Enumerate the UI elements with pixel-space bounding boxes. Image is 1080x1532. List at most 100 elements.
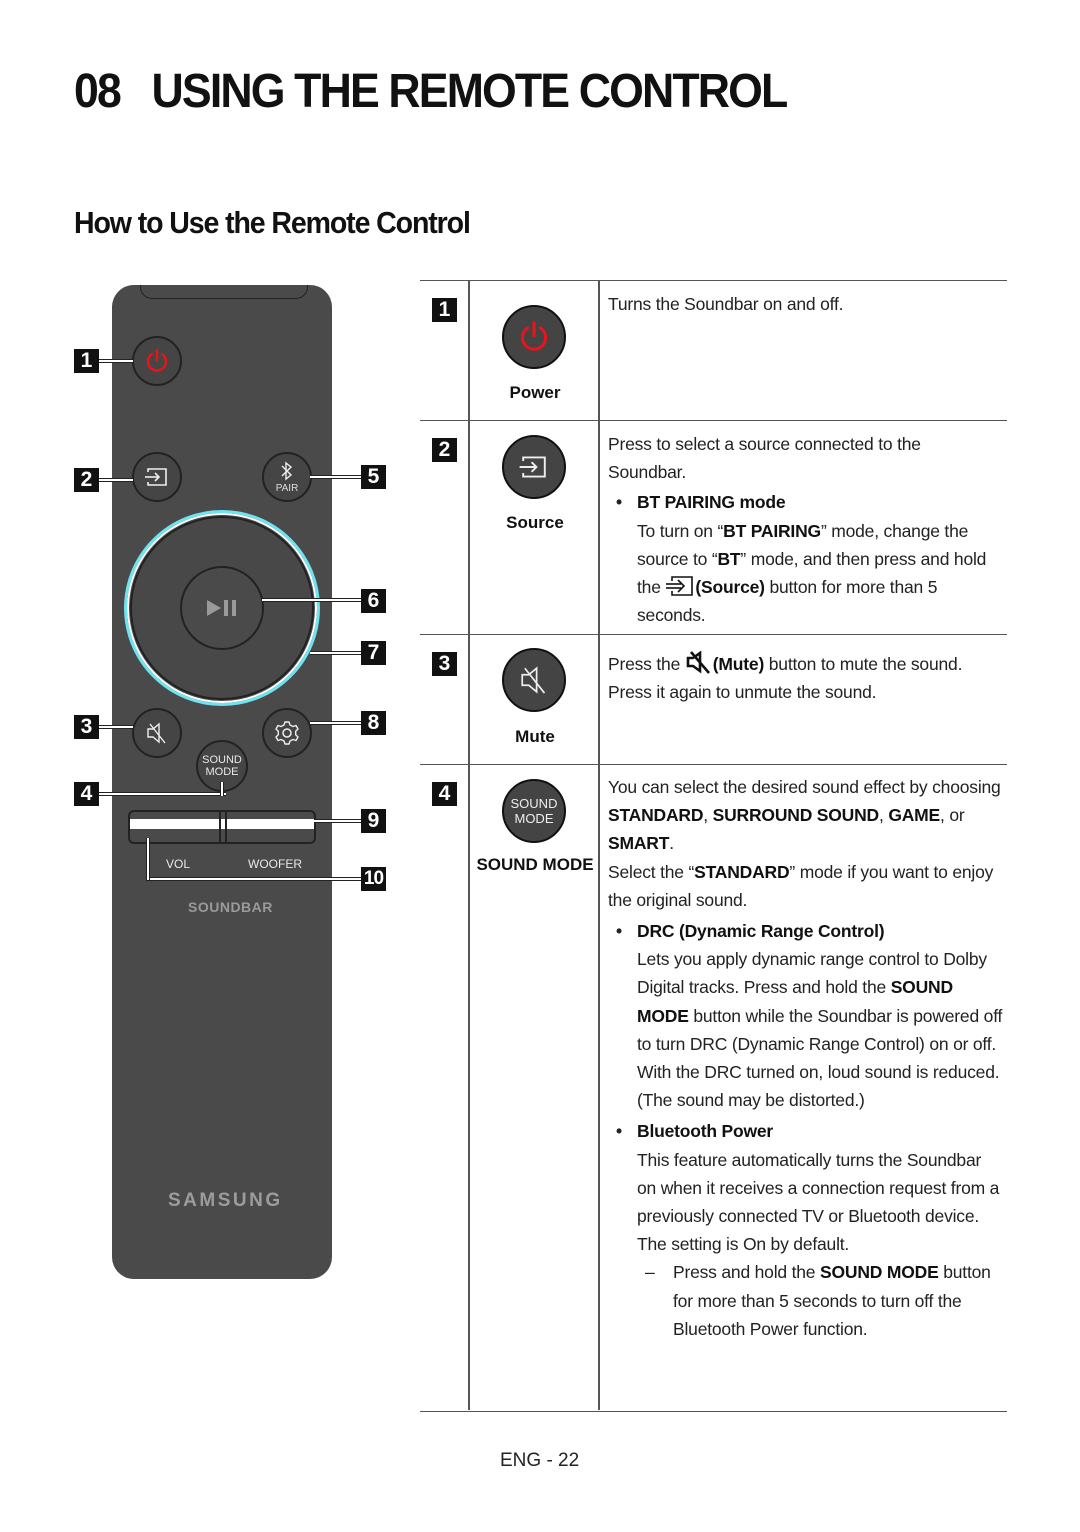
- row-number: 1: [432, 298, 457, 322]
- bold-text: (Mute): [712, 654, 765, 674]
- button-description: Press the (Mute) button to mute the soun…: [608, 650, 1003, 706]
- callout-8: 8: [361, 711, 386, 735]
- source-icon: [145, 468, 167, 486]
- mute-icon: [686, 650, 710, 674]
- remote-settings-button: [262, 708, 312, 758]
- callout-1: 1: [74, 349, 99, 373]
- soundbar-label: SOUNDBAR: [188, 899, 273, 915]
- leader-line-9: [314, 819, 362, 823]
- samsung-logo: SAMSUNG: [168, 1190, 283, 1211]
- bold-text: (Source): [695, 577, 765, 598]
- callout-6: 6: [361, 589, 386, 613]
- row-number: 3: [432, 652, 457, 676]
- sound-mode-para-1: You can select the desired sound effect …: [608, 773, 1003, 858]
- bold-text: STANDARD: [608, 805, 704, 826]
- sound-mode-button-image: SOUND MODE: [502, 779, 566, 843]
- section-title: How to Use the Remote Control: [74, 205, 471, 240]
- woofer-label: WOOFER: [248, 857, 302, 871]
- callout-2: 2: [74, 468, 99, 492]
- mute-button-image: [502, 648, 566, 712]
- bt-pairing-bullet: BT PAIRING mode To turn on “BT PAIRING” …: [608, 488, 1003, 629]
- callout-4: 4: [74, 782, 99, 806]
- chapter-title-text: USING THE REMOTE CONTROL: [151, 65, 789, 118]
- source-icon: [666, 576, 694, 596]
- drc-title: DRC (Dynamic Range Control): [637, 921, 885, 942]
- text: Select the “: [608, 861, 695, 882]
- pair-label: PAIR: [275, 483, 299, 494]
- leader-line-5: [310, 475, 362, 479]
- drc-bullet: DRC (Dynamic Range Control) Lets you app…: [608, 917, 1003, 1114]
- remote-pair-button: PAIR: [262, 452, 312, 502]
- button-description: Press to select a source connected to th…: [608, 430, 1003, 629]
- table-row-source: 2 Source Press to select a source connec…: [420, 420, 1007, 635]
- text: button while the Soundbar is powered off…: [637, 1005, 1003, 1111]
- text: .: [669, 833, 674, 854]
- source-icon: [519, 456, 546, 478]
- bt-pairing-text: To turn on “BT PAIRING” mode, change the…: [637, 517, 1003, 630]
- sound-mode-para-2: Select the “STANDARD” mode if you want t…: [608, 858, 1003, 914]
- text: , or: [940, 805, 965, 826]
- leader-line-4: [99, 792, 226, 796]
- callout-9: 9: [361, 809, 386, 833]
- chapter-number: 08: [74, 65, 122, 118]
- button-name: Mute: [515, 727, 555, 746]
- text: To turn on “: [637, 520, 724, 541]
- leader-line-8: [310, 721, 362, 725]
- bluetooth-icon: [281, 461, 293, 481]
- table-row-power: 1 Power Turns the Soundbar on and off.: [420, 280, 1007, 421]
- bold-text: SURROUND SOUND: [712, 805, 880, 826]
- callout-7: 7: [361, 641, 386, 665]
- chapter-title: 08 USING THE REMOTE CONTROL: [74, 64, 789, 119]
- remote-source-button: [132, 452, 182, 502]
- table-row-sound-mode: 4 SOUND MODE SOUND MODE You can select t…: [420, 764, 1007, 1412]
- bold-text: SOUND MODE: [820, 1262, 939, 1283]
- callout-5: 5: [361, 465, 386, 489]
- power-button-image: [502, 305, 566, 369]
- remote-play-pause-button: [180, 566, 264, 650]
- button-description: Turns the Soundbar on and off.: [608, 294, 844, 314]
- remote-power-button: [132, 336, 182, 386]
- bluetooth-power-dash-item: Press and hold the SOUND MODE button for…: [637, 1258, 1003, 1343]
- leader-line-10: [146, 877, 362, 881]
- row-number: 2: [432, 438, 457, 462]
- bold-text: BT PAIRING: [723, 520, 821, 541]
- button-name: Source: [506, 513, 564, 532]
- text: ,: [703, 805, 713, 826]
- callout-10: 10: [361, 867, 386, 891]
- bold-text: STANDARD: [694, 861, 790, 882]
- bold-text: BT: [717, 548, 741, 569]
- button-name: Power: [509, 383, 561, 402]
- remote-bar-divider: [219, 810, 227, 844]
- text: ,: [879, 805, 889, 826]
- source-description: Press to select a source connected to th…: [608, 434, 921, 483]
- leader-line-1: [99, 359, 133, 363]
- table-row-mute: 3 Mute Press the (Mute) button to mute t…: [420, 634, 1007, 765]
- callout-3: 3: [74, 715, 99, 739]
- mute-icon: [521, 666, 546, 694]
- mute-icon: [147, 722, 166, 744]
- bluetooth-power-title: Bluetooth Power: [637, 1121, 774, 1142]
- power-icon: [520, 321, 548, 351]
- source-button-image: [502, 435, 566, 499]
- remote-mute-button: [132, 708, 182, 758]
- gear-icon: [275, 721, 299, 745]
- play-pause-icon: [207, 600, 236, 616]
- bluetooth-power-bullet: Bluetooth Power This feature automatical…: [608, 1117, 1003, 1343]
- bold-text: GAME: [888, 805, 941, 826]
- leader-line-6: [262, 598, 362, 602]
- text: Press and hold the: [673, 1262, 820, 1283]
- text: You can select the desired sound effect …: [608, 777, 1001, 797]
- bt-pairing-title: BT PAIRING mode: [637, 492, 786, 513]
- drc-text: Lets you apply dynamic range control to …: [637, 945, 1003, 1114]
- sound-mode-icon-line1: SOUND: [510, 796, 558, 811]
- sound-mode-label-line2: MODE: [205, 766, 239, 778]
- page-number: ENG - 22: [500, 1450, 580, 1471]
- row-number: 4: [432, 782, 457, 806]
- bold-text: SMART: [608, 833, 670, 854]
- leader-line-2: [99, 478, 133, 482]
- leader-line-7: [310, 651, 362, 655]
- vol-label: VOL: [166, 857, 191, 871]
- leader-line-4-vertical: [220, 782, 224, 796]
- remote-top-slot: [140, 285, 308, 299]
- power-icon: [146, 348, 168, 372]
